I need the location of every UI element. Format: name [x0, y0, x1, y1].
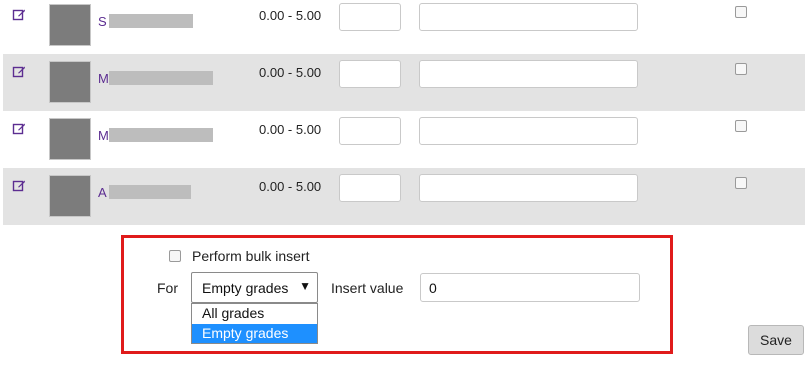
override-checkbox[interactable]: [735, 6, 747, 18]
grades-dropdown-list: All grades Empty grades: [191, 303, 318, 344]
grade-input[interactable]: [339, 174, 401, 202]
user-name-link[interactable]: M: [98, 128, 109, 143]
redacted-name: [109, 185, 191, 199]
option-empty-grades[interactable]: Empty grades: [192, 324, 317, 343]
redacted-name: [109, 71, 213, 85]
insert-value-input[interactable]: 0: [420, 273, 640, 302]
override-checkbox[interactable]: [735, 120, 747, 132]
grade-range: 0.00 - 5.00: [259, 8, 322, 23]
avatar[interactable]: [49, 175, 91, 217]
avatar[interactable]: [49, 118, 91, 160]
user-name-link[interactable]: A: [98, 185, 107, 200]
bulk-insert-label[interactable]: Perform bulk insert: [192, 248, 309, 264]
feedback-input[interactable]: [419, 60, 638, 88]
edit-icon[interactable]: [12, 121, 26, 135]
edit-icon[interactable]: [12, 64, 26, 78]
insert-value-label: Insert value: [331, 280, 404, 296]
table-row: M 0.00 - 5.00: [3, 54, 805, 111]
edit-icon[interactable]: [12, 178, 26, 192]
table-row: A 0.00 - 5.00: [3, 168, 805, 225]
user-name-link[interactable]: M: [98, 71, 109, 86]
grade-input[interactable]: [339, 3, 401, 31]
redacted-name: [109, 128, 213, 142]
feedback-input[interactable]: [419, 117, 638, 145]
grade-input[interactable]: [339, 117, 401, 145]
bulk-insert-checkbox[interactable]: [169, 250, 181, 262]
grades-select[interactable]: Empty grades ▼: [191, 272, 318, 303]
redacted-name: [109, 14, 193, 28]
grade-range: 0.00 - 5.00: [259, 65, 322, 80]
bulk-insert-panel: Perform bulk insert For Empty grades ▼ A…: [121, 235, 673, 354]
edit-icon[interactable]: [12, 7, 26, 21]
grade-input[interactable]: [339, 60, 401, 88]
option-all-grades[interactable]: All grades: [192, 304, 317, 323]
for-label: For: [157, 280, 178, 296]
override-checkbox[interactable]: [735, 177, 747, 189]
feedback-input[interactable]: [419, 174, 638, 202]
table-row: M 0.00 - 5.00: [3, 111, 805, 168]
avatar[interactable]: [49, 4, 91, 46]
feedback-input[interactable]: [419, 3, 638, 31]
avatar[interactable]: [49, 61, 91, 103]
user-name-link[interactable]: S: [98, 14, 107, 29]
table-row: S 0.00 - 5.00: [3, 0, 805, 54]
dropdown-arrow-icon: ▼: [299, 279, 311, 293]
grade-range: 0.00 - 5.00: [259, 122, 322, 137]
override-checkbox[interactable]: [735, 63, 747, 75]
insert-value-text: 0: [429, 280, 437, 296]
select-value: Empty grades: [202, 280, 289, 296]
save-button[interactable]: Save: [748, 325, 804, 355]
grade-range: 0.00 - 5.00: [259, 179, 322, 194]
